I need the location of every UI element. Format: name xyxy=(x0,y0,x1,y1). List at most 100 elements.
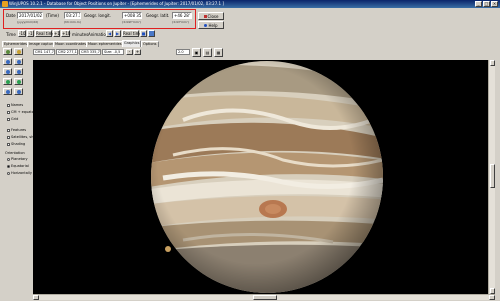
printer-icon: ▣ xyxy=(194,50,199,55)
jupiter-disk xyxy=(151,61,383,293)
grid-label: Grid xyxy=(11,117,19,121)
horizontal-radio[interactable]: Horizontally xyxy=(7,171,32,175)
close-button-label: Close xyxy=(207,14,219,19)
longitude-field[interactable]: +008 35' xyxy=(122,12,142,19)
sidebar-btn-10[interactable] xyxy=(14,88,23,95)
horizontal-scroll-thumb[interactable] xyxy=(253,295,277,300)
date-hint: (yyyy/mm/dd) xyxy=(17,20,39,24)
radio-circle xyxy=(7,171,10,175)
copy-button[interactable]: ▦ xyxy=(214,48,223,57)
stop-icon: ■ xyxy=(141,31,146,36)
time-label: (Time) xyxy=(46,13,59,18)
features-label: Features xyxy=(11,128,27,132)
checkbox-box xyxy=(7,135,10,139)
cm-label: CM + equator xyxy=(11,110,36,114)
features-checkbox[interactable]: Features xyxy=(7,128,26,132)
vertical-scroll-thumb[interactable] xyxy=(490,164,495,188)
rotate-icon xyxy=(6,80,10,84)
close-button[interactable]: Close xyxy=(198,12,224,20)
minus1-button[interactable]: -1 xyxy=(27,30,34,37)
minutes-label: minutes xyxy=(72,32,89,37)
tab-options[interactable]: Options xyxy=(141,41,159,47)
equatorial-radio[interactable]: Equatorial xyxy=(7,164,29,168)
sidebar-btn-7[interactable] xyxy=(3,78,12,85)
scroll-up-button[interactable] xyxy=(490,60,495,66)
sidebar-btn-2[interactable] xyxy=(14,48,23,55)
grid-checkbox[interactable]: Grid xyxy=(7,117,18,121)
plus10-button[interactable]: +10 xyxy=(61,30,70,37)
equatorial-label: Equatorial xyxy=(11,164,29,168)
tab-moon-coordinates[interactable]: Moon coordinates xyxy=(53,41,89,47)
latitude-label: Geogr. latit. xyxy=(146,13,170,18)
vertical-scrollbar[interactable] xyxy=(488,60,495,294)
minus10-button[interactable]: -10 xyxy=(18,30,26,37)
planet-icon xyxy=(6,50,10,54)
save-icon: ▤ xyxy=(205,50,210,55)
time-toolbar-label: Time xyxy=(6,32,16,37)
radio-circle xyxy=(7,157,10,161)
sidebar-btn-3[interactable] xyxy=(3,58,12,65)
copy-icon: ▦ xyxy=(216,50,221,55)
horizontal-label: Horizontally xyxy=(11,171,32,175)
longitude-label: Geogr. longit. xyxy=(84,13,111,18)
plus1-button[interactable]: +1 xyxy=(53,30,60,37)
latitude-field[interactable]: +46 28' xyxy=(172,12,192,19)
sidebar-btn-8[interactable] xyxy=(14,78,23,85)
scroll-right-button[interactable] xyxy=(489,295,495,300)
star-icon xyxy=(17,50,21,54)
minimize-icon[interactable]: _ xyxy=(475,1,482,7)
names-checkbox[interactable]: Names xyxy=(7,103,23,107)
latitude-hint: (±dd°mm') xyxy=(172,20,189,24)
date-field[interactable]: 2017/01/02 xyxy=(17,12,43,19)
horizontal-scrollbar[interactable] xyxy=(33,294,495,300)
save-button[interactable]: ▤ xyxy=(203,48,212,57)
help-button[interactable]: Help xyxy=(198,21,224,29)
sidebar-btn-6[interactable] xyxy=(14,68,23,75)
stop-button[interactable]: ■ xyxy=(140,30,147,37)
rotate-back-icon xyxy=(17,80,21,84)
realtime-button-2[interactable]: Real time xyxy=(122,30,142,37)
time-field[interactable]: 03:27.1 xyxy=(64,12,81,19)
arrow-up-icon xyxy=(6,60,10,64)
sidebar-btn-9[interactable] xyxy=(3,88,12,95)
zoom-in-button[interactable]: + xyxy=(134,49,141,55)
anim-back-button[interactable]: ◀ xyxy=(106,30,113,37)
jupiter-render xyxy=(151,61,383,293)
size-readout: Size: -0,5 xyxy=(102,49,124,55)
arrow-right-icon xyxy=(17,70,21,74)
window-controls: _ □ × xyxy=(475,1,498,7)
realtime-button[interactable]: Real time xyxy=(35,30,55,37)
zoom-out-button[interactable]: - xyxy=(126,49,133,55)
tab-ephemerides[interactable]: Ephemerides xyxy=(2,41,29,47)
settings-button[interactable] xyxy=(148,30,155,37)
checkbox-box xyxy=(7,110,10,114)
play-icon: ▶ xyxy=(115,31,120,36)
scroll-left-button[interactable] xyxy=(33,295,39,300)
print-button[interactable]: ▣ xyxy=(192,48,201,57)
window-title: WinJUPOS 10.2.1 - Database for Object Po… xyxy=(9,1,224,6)
app-icon xyxy=(2,1,8,7)
tab-moon-ephemerides[interactable]: Moon ephemerides xyxy=(86,41,124,47)
graphics-canvas[interactable] xyxy=(33,60,488,294)
checkbox-box xyxy=(7,117,10,121)
planetary-label: Planetary xyxy=(11,157,28,161)
cm-checkbox[interactable]: CM + equator xyxy=(7,110,35,114)
zoom-value[interactable]: 2.0 xyxy=(176,49,190,55)
close-icon[interactable]: × xyxy=(491,1,498,7)
maximize-icon[interactable]: □ xyxy=(483,1,490,7)
help-icon xyxy=(204,24,208,27)
rewind-icon: ◀ xyxy=(107,31,112,36)
app-window: WinJUPOS 10.2.1 - Database for Object Po… xyxy=(0,0,500,301)
help-button-label: Help xyxy=(208,23,218,28)
shading-checkbox[interactable]: Shading xyxy=(7,142,25,146)
reset-icon xyxy=(17,90,21,94)
planetary-radio[interactable]: Planetary xyxy=(7,157,28,161)
sidebar-btn-4[interactable] xyxy=(14,58,23,65)
anim-fwd-button[interactable]: ▶ xyxy=(114,30,121,37)
cm1-readout: CM1 147,7° xyxy=(33,49,55,55)
sidebar-btn-1[interactable] xyxy=(3,48,12,55)
tab-graphics[interactable]: Graphics xyxy=(122,40,142,47)
time-hint: (hh:mm.m) xyxy=(64,20,81,24)
longitude-hint: (±ddd°mm') xyxy=(122,20,141,24)
sidebar-btn-5[interactable] xyxy=(3,68,12,75)
